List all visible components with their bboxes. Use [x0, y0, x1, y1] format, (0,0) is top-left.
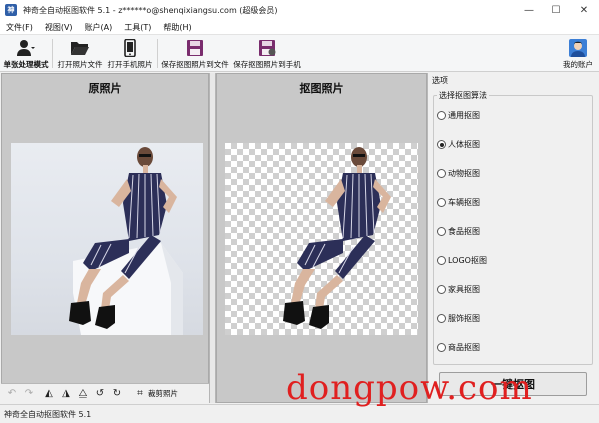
original-photo-title: 原照片 — [88, 82, 122, 95]
avatar-icon — [568, 39, 588, 57]
app-icon: 神 — [5, 4, 17, 16]
algo-label: 家具抠图 — [448, 285, 480, 294]
folder-open-icon — [70, 39, 90, 57]
algo-label: 商品抠图 — [448, 343, 480, 352]
algo-label: 食品抠图 — [448, 227, 480, 236]
app-window: 神 神奇全自动抠图软件 5.1 - z******o@shenqixiangsu… — [0, 0, 599, 423]
my-account-label: 我的账户 — [563, 60, 593, 69]
algo-label: 通用抠图 — [448, 111, 480, 120]
algo-label: 动物抠图 — [448, 169, 480, 178]
rotate-left-icon[interactable]: ↺ — [92, 387, 108, 401]
status-text: 神奇全自动抠图软件 5.1 — [4, 409, 92, 419]
radio-icon — [437, 285, 446, 294]
cutout-photo-title: 抠图照片 — [299, 82, 344, 95]
maximize-button[interactable]: ☐ — [542, 0, 570, 20]
algorithm-group-title: 选择抠图算法 — [437, 90, 489, 101]
algo-label: 服饰抠图 — [448, 314, 480, 323]
flip-horizontal-icon[interactable]: ◭ — [41, 387, 57, 401]
radio-icon — [437, 256, 446, 265]
open-phone-button[interactable]: 打开手机照片 — [106, 37, 154, 70]
algo-label: 车辆抠图 — [448, 198, 480, 207]
menu-help[interactable]: 帮助(H) — [157, 22, 197, 33]
menu-bar: 文件(F) 视图(V) 账户(A) 工具(T) 帮助(H) — [0, 20, 599, 35]
options-header: 选项 — [432, 76, 448, 85]
algo-animal-radio[interactable]: 动物抠图 — [437, 168, 480, 179]
algo-label: 人体抠图 — [448, 140, 480, 149]
save-file-button[interactable]: 保存抠图照片到文件 — [160, 37, 230, 70]
algo-food-radio[interactable]: 食品抠图 — [437, 226, 480, 237]
window-title: 神奇全自动抠图软件 5.1 - z******o@shenqixiangsu.c… — [23, 5, 278, 15]
rotate-right-icon[interactable]: ↻ — [109, 387, 125, 401]
my-account-button[interactable]: 我的账户 — [560, 37, 596, 70]
algo-product-radio[interactable]: 商品抠图 — [437, 342, 480, 353]
radio-icon — [437, 314, 446, 323]
title-bar: 神 神奇全自动抠图软件 5.1 - z******o@shenqixiangsu… — [0, 0, 599, 20]
save-file-label: 保存抠图照片到文件 — [161, 60, 229, 69]
mode-label: 单张处理模式 — [3, 60, 49, 69]
cutout-photo — [225, 143, 418, 335]
algo-general-radio[interactable]: 通用抠图 — [437, 110, 480, 121]
radio-icon — [437, 343, 446, 352]
open-file-label: 打开照片文件 — [57, 60, 103, 69]
minimize-button[interactable]: — — [515, 0, 543, 20]
flip-vertical-icon[interactable]: ◮ — [58, 387, 74, 401]
algo-clothing-radio[interactable]: 服饰抠图 — [437, 313, 480, 324]
toolbar: 单张处理模式 打开照片文件 打开手机照片 保存抠图照片到文件 保存抠图照片到手机… — [0, 35, 599, 72]
user-mode-icon — [16, 39, 36, 57]
crop-icon: ⌗ — [137, 388, 143, 399]
save-phone-button[interactable]: 保存抠图照片到手机 — [232, 37, 302, 70]
radio-icon — [437, 111, 446, 120]
algo-furniture-radio[interactable]: 家具抠图 — [437, 284, 480, 295]
panel-splitter[interactable] — [209, 73, 216, 403]
mirror-icon[interactable]: ⧋ — [75, 387, 91, 401]
watermark: dongpow.com — [286, 368, 533, 408]
menu-tools[interactable]: 工具(T) — [118, 22, 157, 33]
algo-vehicle-radio[interactable]: 车辆抠图 — [437, 197, 480, 208]
radio-selected-icon — [437, 140, 446, 149]
menu-view[interactable]: 视图(V) — [39, 22, 79, 33]
radio-icon — [437, 227, 446, 236]
save-icon — [185, 39, 205, 57]
radio-icon — [437, 198, 446, 207]
algo-logo-radio[interactable]: LOGO抠图 — [437, 255, 487, 266]
open-file-button[interactable]: 打开照片文件 — [56, 37, 104, 70]
crop-label: 裁剪照片 — [148, 389, 178, 398]
algo-human-radio[interactable]: 人体抠图 — [437, 139, 480, 150]
radio-icon — [437, 169, 446, 178]
crop-button[interactable]: ⌗ 裁剪照片 — [131, 387, 178, 401]
original-photo — [11, 143, 203, 335]
menu-file[interactable]: 文件(F) — [0, 22, 39, 33]
save-to-phone-icon — [257, 39, 277, 57]
close-button[interactable]: ✕ — [570, 0, 598, 20]
mode-button[interactable]: 单张处理模式 — [3, 37, 49, 70]
image-tools-bar: ↶ ↷ ◭ ◮ ⧋ ↺ ↻ ⌗ 裁剪照片 — [1, 383, 209, 403]
redo-icon[interactable]: ↷ — [21, 387, 37, 401]
undo-icon[interactable]: ↶ — [4, 387, 20, 401]
phone-icon — [120, 39, 140, 57]
algo-label: LOGO抠图 — [448, 256, 487, 265]
save-phone-label: 保存抠图照片到手机 — [233, 60, 301, 69]
menu-account[interactable]: 账户(A) — [79, 22, 119, 33]
open-phone-label: 打开手机照片 — [107, 60, 153, 69]
